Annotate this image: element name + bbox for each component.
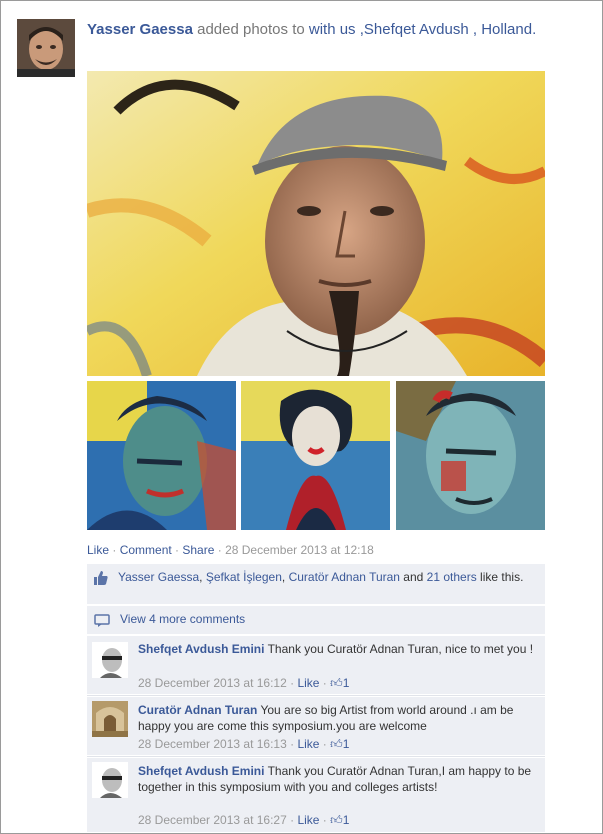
like-thumb-icon <box>93 570 109 589</box>
comment-time[interactable]: 28 December 2013 at 16:12 <box>138 676 287 690</box>
comment-like-count[interactable]: 👍︎1 <box>330 676 349 690</box>
comment-text-block: Shefqet Avdush Emini Thank you Curatör A… <box>138 763 538 795</box>
comment-item: Curatör Adnan Turan You are so big Artis… <box>87 697 545 755</box>
post-header: Yasser Gaessa added photos to with us ,S… <box>87 19 587 40</box>
comment-text: Thank you Curatör Adnan Turan, nice to m… <box>264 642 534 656</box>
comment-meta: 28 December 2013 at 16:13 · Like · 👍︎1 <box>138 737 350 751</box>
others-link[interactable]: 21 others <box>427 570 477 584</box>
thumbnail-photo-2[interactable] <box>241 381 390 530</box>
comment-like-link[interactable]: Like <box>297 737 319 751</box>
comment-like-link[interactable]: Like <box>297 676 319 690</box>
thumbnail-photo-3[interactable] <box>396 381 545 530</box>
comment-author[interactable]: Shefqet Avdush Emini <box>138 764 264 778</box>
separator-dot: · <box>214 543 226 557</box>
comment-text-block: Curatör Adnan Turan You are so big Artis… <box>138 702 538 734</box>
comment-author[interactable]: Shefqet Avdush Emini <box>138 642 264 656</box>
post-action-bar: Like · Comment · Share · 28 December 201… <box>87 542 374 558</box>
comment-like-link[interactable]: Like <box>297 813 319 827</box>
comment-link[interactable]: Comment <box>120 543 172 557</box>
liker-separator: and <box>399 570 427 584</box>
view-more-comments-link[interactable]: View 4 more comments <box>120 612 245 626</box>
likes-tail: like this. <box>476 570 524 584</box>
comment-item: Shefqet Avdush Emini Thank you Curatör A… <box>87 636 545 694</box>
like-count: 1 <box>342 737 350 751</box>
author-avatar[interactable] <box>17 19 75 77</box>
separator-dot: · <box>171 543 183 557</box>
tagged-link[interactable]: with us ,Shefqet Avdush , Holland. <box>309 21 536 38</box>
comment-divider <box>87 756 545 757</box>
liker-name[interactable]: Curatör Adnan Turan <box>289 570 400 584</box>
post-verb: added photos to <box>192 21 309 38</box>
comment-divider <box>87 695 545 696</box>
main-photo[interactable] <box>87 71 545 376</box>
like-count: 1 <box>342 813 350 827</box>
comment-meta: 28 December 2013 at 16:27 · Like · 👍︎1 <box>138 813 350 827</box>
liker-separator: , <box>199 570 206 584</box>
comment-time[interactable]: 28 December 2013 at 16:13 <box>138 737 287 751</box>
liker-name[interactable]: Şefkat İşlegen <box>206 570 282 584</box>
comment-item: Shefqet Avdush Emini Thank you Curatör A… <box>87 758 545 832</box>
comment-like-count[interactable]: 👍︎1 <box>330 737 349 751</box>
comment-text-block: Shefqet Avdush Emini Thank you Curatör A… <box>138 641 538 657</box>
likes-text: Yasser Gaessa, Şefkat İşlegen, Curatör A… <box>118 569 528 585</box>
view-more-comments-row[interactable]: View 4 more comments <box>87 606 545 634</box>
small-like-icon: 👍︎ <box>330 813 343 827</box>
small-like-icon: 👍︎ <box>330 676 343 690</box>
commenter-avatar[interactable] <box>92 762 128 798</box>
separator-dot: · <box>109 543 120 557</box>
commenter-avatar[interactable] <box>92 701 128 737</box>
share-link[interactable]: Share <box>182 543 214 557</box>
small-like-icon: 👍︎ <box>330 737 343 751</box>
comment-time[interactable]: 28 December 2013 at 16:27 <box>138 813 287 827</box>
commenter-avatar[interactable] <box>92 642 128 678</box>
likes-summary: Yasser Gaessa, Şefkat İşlegen, Curatör A… <box>87 564 545 604</box>
comment-bubble-icon <box>94 614 110 631</box>
liker-name[interactable]: Yasser Gaessa <box>118 570 199 584</box>
liker-separator: , <box>281 570 289 584</box>
thumbnail-photo-1[interactable] <box>87 381 236 530</box>
comment-like-count[interactable]: 👍︎1 <box>330 813 349 827</box>
like-count: 1 <box>342 676 350 690</box>
post-timestamp[interactable]: 28 December 2013 at 12:18 <box>225 543 374 557</box>
comment-meta: 28 December 2013 at 16:12 · Like · 👍︎1 <box>138 676 350 690</box>
like-link[interactable]: Like <box>87 543 109 557</box>
author-name[interactable]: Yasser Gaessa <box>87 21 193 38</box>
comment-author[interactable]: Curatör Adnan Turan <box>138 703 257 717</box>
